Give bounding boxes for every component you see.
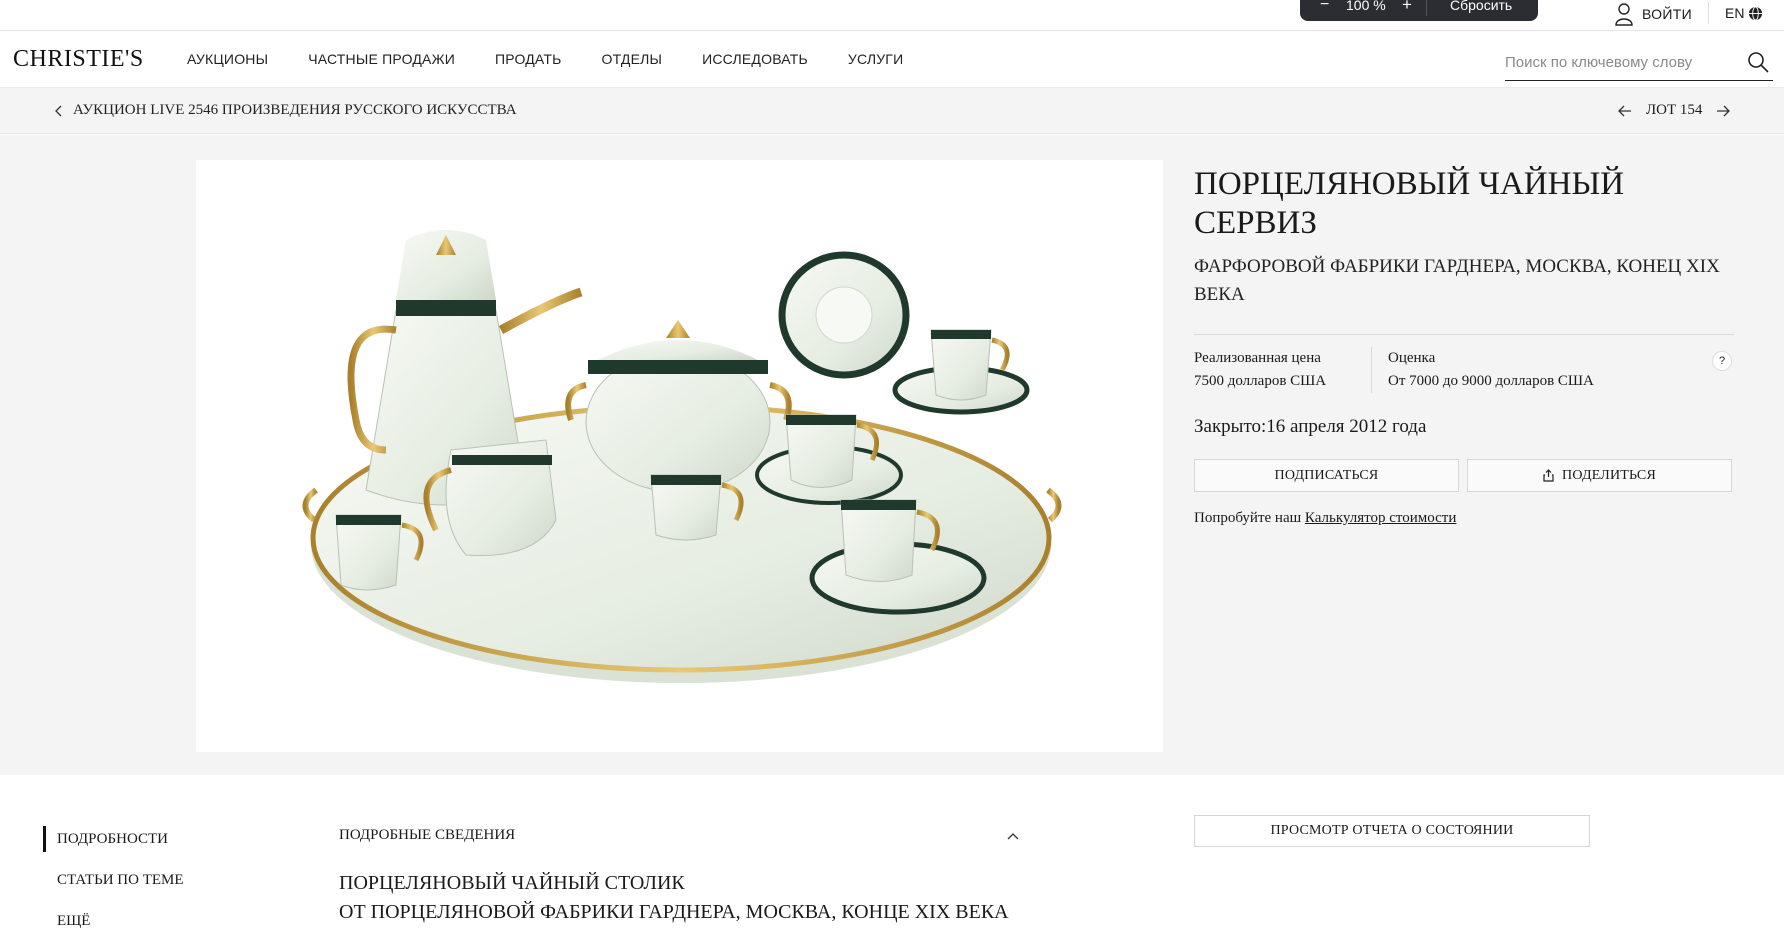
subscribe-button[interactable]: ПОДПИСАТЬСЯ — [1194, 459, 1459, 492]
divider — [1194, 334, 1734, 335]
zoom-level: 100 % — [1346, 0, 1386, 13]
globe-icon — [1749, 5, 1763, 21]
estimate: Оценка От 7000 до 9000 долларов США — [1372, 347, 1594, 393]
breadcrumb[interactable]: АУКЦИОН LIVE 2546 ПРОИЗВЕДЕНИЯ РУССКОГО … — [54, 102, 517, 119]
tea-set-illustration — [302, 230, 1062, 683]
closed-date: Закрыто:16 апреля 2012 года — [1194, 416, 1734, 438]
value-calculator-link[interactable]: Калькулятор стоимости — [1305, 510, 1456, 526]
language-switcher[interactable]: EN — [1725, 5, 1763, 21]
lot-subheader: АУКЦИОН LIVE 2546 ПРОИЗВЕДЕНИЯ РУССКОГО … — [0, 88, 1784, 134]
realized-price-label: Реализованная цена — [1194, 350, 1321, 366]
nav-item-auctions[interactable]: АУКЦИОНЫ — [187, 51, 268, 67]
zoom-reset-button[interactable]: Сбросить — [1450, 0, 1512, 13]
nav-item-private-sales[interactable]: ЧАСТНЫЕ ПРОДАЖИ — [308, 51, 455, 67]
christies-logo[interactable]: CHRISTIE'S — [13, 46, 144, 73]
utility-bar: − 100 % + Сбросить ВОЙТИ EN — [0, 0, 1784, 31]
lot-hero: ПОРЦЕЛЯНОВЫЙ ЧАЙНЫЙ СЕРВИЗ ФАРФОРОВОЙ ФА… — [0, 135, 1784, 775]
details-heading: ПОДРОБНЫЕ СВЕДЕНИЯ — [339, 827, 516, 843]
lot-title: ПОРЦЕЛЯНОВЫЙ ЧАЙНЫЙ СЕРВИЗ — [1194, 166, 1625, 241]
details-body: ПОРЦЕЛЯНОВЫЙ ЧАЙНЫЙ СТОЛИК ОТ ПОРЦЕЛЯНОВ… — [339, 869, 1009, 927]
share-button[interactable]: ПОДЕЛИТЬСЯ — [1467, 459, 1732, 492]
nav-item-services[interactable]: УСЛУГИ — [848, 51, 903, 67]
arrow-left-icon[interactable] — [1618, 105, 1632, 117]
arrow-right-icon[interactable] — [1716, 105, 1731, 117]
price-block: Реализованная цена 7500 долларов США Оце… — [1194, 347, 1734, 393]
lot-navigation: ЛОТ 154 — [1618, 102, 1731, 119]
closed-label: Закрыто: — [1194, 416, 1267, 437]
search-input[interactable] — [1505, 48, 1735, 76]
nav-item-sell[interactable]: ПРОДАТЬ — [495, 51, 562, 67]
action-buttons: ПОДПИСАТЬСЯ ПОДЕЛИТЬСЯ — [1194, 459, 1734, 492]
zoom-control: − 100 % + Сбросить — [1300, 0, 1538, 21]
lot-info-panel: ПОРЦЕЛЯНОВЫЙ ЧАЙНЫЙ СЕРВИЗ ФАРФОРОВОЙ ФА… — [1194, 165, 1734, 527]
realized-price: Реализованная цена 7500 долларов США — [1194, 347, 1372, 393]
chevron-left-icon — [55, 105, 62, 116]
details-line-1: ПОРЦЕЛЯНОВЫЙ ЧАЙНЫЙ СТОЛИК — [339, 872, 685, 894]
condition-report-label: ПРОСМОТР ОТЧЕТА О СОСТОЯНИИ — [1270, 823, 1514, 838]
share-label: ПОДЕЛИТЬСЯ — [1562, 467, 1656, 483]
calculator-prefix: Попробуйте наш — [1194, 510, 1305, 526]
lot-subtitle: ФАРФОРОВОЙ ФАБРИКИ ГАРДНЕРА, МОСКВА, КОН… — [1194, 256, 1720, 305]
main-navigation: CHRISTIE'S АУКЦИОНЫ ЧАСТНЫЕ ПРОДАЖИ ПРОД… — [0, 32, 1784, 88]
nav-item-departments[interactable]: ОТДЕЛЫ — [602, 51, 663, 67]
realized-price-value: 7500 долларов США — [1194, 373, 1327, 389]
subscribe-label: ПОДПИСАТЬСЯ — [1274, 467, 1379, 483]
login-button[interactable]: ВОЙТИ — [1614, 2, 1692, 26]
side-tabs: ПОДРОБНОСТИ СТАТЬИ ПО ТЕМЕ ЕЩЁ — [43, 826, 184, 928]
zoom-out-button[interactable]: − — [1320, 0, 1329, 14]
login-label: ВОЙТИ — [1642, 6, 1692, 22]
details-line-2: ОТ ПОРЦЕЛЯНОВОЙ ФАБРИКИ ГАРДНЕРА, МОСКВА… — [339, 901, 1009, 923]
search-box — [1505, 48, 1773, 81]
help-icon[interactable]: ? — [1712, 351, 1732, 371]
nav-item-discover[interactable]: ИССЛЕДОВАТЬ — [702, 51, 808, 67]
calculator-promo: Попробуйте наш Калькулятор стоимости — [1194, 510, 1734, 527]
search-icon[interactable] — [1747, 51, 1769, 73]
zoom-divider — [1426, 0, 1427, 16]
tab-more[interactable]: ЕЩЁ — [43, 908, 184, 928]
details-accordion-header[interactable]: ПОДРОБНЫЕ СВЕДЕНИЯ — [339, 827, 1019, 844]
closed-date-value: 16 апреля 2012 года — [1266, 416, 1427, 437]
user-icon — [1615, 3, 1633, 26]
estimate-value: От 7000 до 9000 долларов США — [1388, 373, 1594, 389]
tab-related-articles[interactable]: СТАТЬИ ПО ТЕМЕ — [43, 867, 184, 893]
lot-number: ЛОТ 154 — [1646, 102, 1703, 118]
condition-report-button[interactable]: ПРОСМОТР ОТЧЕТА О СОСТОЯНИИ — [1194, 815, 1590, 847]
breadcrumb-label: АУКЦИОН LIVE 2546 ПРОИЗВЕДЕНИЯ РУССКОГО … — [73, 102, 517, 118]
zoom-in-button[interactable]: + — [1402, 0, 1412, 15]
estimate-label: Оценка — [1388, 350, 1436, 366]
tab-details[interactable]: ПОДРОБНОСТИ — [43, 826, 184, 852]
divider — [1708, 2, 1709, 24]
lot-image[interactable] — [196, 160, 1163, 752]
chevron-up-icon — [1007, 832, 1019, 839]
nav-links: АУКЦИОНЫ ЧАСТНЫЕ ПРОДАЖИ ПРОДАТЬ ОТДЕЛЫ … — [187, 51, 943, 67]
language-label: EN — [1725, 5, 1745, 21]
share-icon — [1543, 469, 1554, 482]
